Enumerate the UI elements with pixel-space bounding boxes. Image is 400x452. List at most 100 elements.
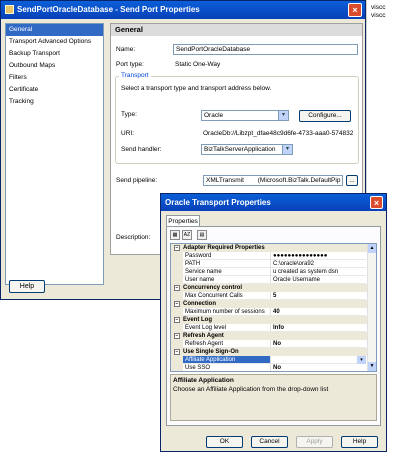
send-pipeline-select[interactable]: XMLTransmit (Microsoft.BizTalk.DefaultPi… <box>203 175 343 186</box>
send-handler-value: BizTalkServerApplication <box>204 146 276 153</box>
description-panel: Affiliate Application Choose an Affiliat… <box>170 374 377 421</box>
apply-button[interactable]: Apply <box>296 436 333 448</box>
property-row[interactable]: PATH C:\oracle\ora92 <box>171 260 376 268</box>
scrollbar[interactable]: ▲ ▼ <box>367 244 376 371</box>
property-name: Max Concurrent Calls <box>183 292 271 300</box>
background-text: viscc <box>371 4 386 11</box>
category-label: Adapter Required Properties <box>183 245 265 251</box>
type-label: Type: <box>121 111 137 118</box>
property-category[interactable]: − Connection <box>171 300 376 308</box>
collapse-icon[interactable]: − <box>174 285 180 291</box>
property-value[interactable] <box>271 356 366 364</box>
category-label: Connection <box>183 301 216 307</box>
property-category[interactable]: − Use Single Sign-On <box>171 348 376 356</box>
property-name: Use SSO <box>183 364 271 371</box>
sidebar-item-filters[interactable]: Filters <box>6 72 103 84</box>
port-type-label: Port type: <box>116 61 144 68</box>
scroll-up-icon[interactable]: ▲ <box>368 244 376 253</box>
sidebar-item-outbound-maps[interactable]: Outbound Maps <box>6 60 103 72</box>
sidebar-item-transport-advanced-options[interactable]: Transport Advanced Options <box>6 36 103 48</box>
collapse-icon[interactable]: − <box>174 317 180 323</box>
send-handler-label: Send handler: <box>121 146 162 153</box>
property-row[interactable]: Refresh Agent No <box>171 340 376 348</box>
property-value[interactable]: Oracle Username <box>271 276 366 284</box>
transport-type-value: Oracle <box>204 112 224 119</box>
send-pipeline-label: Send pipeline: <box>116 177 158 184</box>
property-row[interactable]: Service name u created as system dsn <box>171 268 376 276</box>
sidebar-item-backup-transport[interactable]: Backup Transport <box>6 48 103 60</box>
property-row[interactable]: Event Log level Info <box>171 324 376 332</box>
categorized-icon[interactable]: ▦ <box>170 230 180 240</box>
window-title: SendPortOracleDatabase - Send Port Prope… <box>17 5 200 14</box>
property-grid: − Adapter Required Properties Password ●●●●… <box>170 243 377 372</box>
uri-value: OracleDb://Libzpt_dfae48c9d6fe-4733-aaa0… <box>203 130 353 137</box>
sidebar-item-general[interactable]: General <box>6 24 103 36</box>
name-label: Name: <box>116 46 136 53</box>
description-title: Affiliate Application <box>173 377 234 384</box>
pane-header: General <box>111 24 362 36</box>
property-value[interactable]: C:\oracle\ora92 <box>271 260 366 268</box>
collapse-icon[interactable]: − <box>174 349 180 355</box>
property-name: User name <box>183 276 271 284</box>
send-handler-select[interactable]: BizTalkServerApplication ▾ <box>201 144 293 155</box>
send-pipeline-value: XMLTransmit <box>206 177 244 184</box>
property-name: Affiliate Application <box>183 356 271 364</box>
configure-button[interactable]: Configure... <box>299 110 351 122</box>
description-label: Description: <box>116 234 151 241</box>
property-name: Refresh Agent <box>183 340 271 348</box>
property-row[interactable]: Maximum number of sessions 40 <box>171 308 376 316</box>
property-row[interactable]: User name Oracle Username <box>171 276 376 284</box>
property-value[interactable]: No <box>271 340 366 348</box>
close-button[interactable]: × <box>348 3 362 17</box>
property-category[interactable]: − Concurrency control <box>171 284 376 292</box>
property-value[interactable]: Info <box>271 324 366 332</box>
cancel-button[interactable]: Cancel <box>251 436 288 448</box>
ok-button[interactable]: OK <box>206 436 243 448</box>
property-value[interactable]: 5 <box>271 292 366 300</box>
property-category[interactable]: − Refresh Agent <box>171 332 376 340</box>
sidebar-item-certificate[interactable]: Certificate <box>6 84 103 96</box>
property-row[interactable]: Affiliate Application ▾ <box>171 356 376 364</box>
transport-type-select[interactable]: Oracle ▾ <box>201 110 289 121</box>
property-name: Password <box>183 252 271 260</box>
property-name: Service name <box>183 268 271 276</box>
property-value[interactable]: u created as system dsn <box>271 268 366 276</box>
property-name: Maximum number of sessions <box>183 308 271 316</box>
property-category[interactable]: − Event Log <box>171 316 376 324</box>
oracle-transport-properties-dialog: Oracle Transport Properties × Properties… <box>160 193 387 452</box>
dialog-title-bar[interactable]: Oracle Transport Properties × <box>161 194 386 211</box>
property-value[interactable]: No <box>271 364 366 371</box>
send-pipeline-detail: (Microsoft.BizTalk.DefaultPip <box>257 177 341 184</box>
property-row[interactable]: Password ●●●●●●●●●●●●●●● <box>171 252 376 260</box>
help-button[interactable]: Help <box>9 280 45 293</box>
category-label: Use Single Sign-On <box>183 349 239 355</box>
background-text: viscc <box>371 12 386 19</box>
scroll-down-icon[interactable]: ▼ <box>368 362 376 371</box>
name-field[interactable]: SendPortOracleDatabase <box>173 44 358 55</box>
alphabetical-icon[interactable]: AZ <box>182 230 192 240</box>
app-icon <box>5 5 14 14</box>
property-value[interactable]: ●●●●●●●●●●●●●●● <box>271 252 366 260</box>
title-bar[interactable]: SendPortOracleDatabase - Send Port Prope… <box>1 1 365 19</box>
property-value[interactable]: 40 <box>271 308 366 316</box>
port-type-value: Static One-Way <box>175 61 221 68</box>
close-button[interactable]: × <box>370 196 383 209</box>
collapse-icon[interactable]: − <box>174 333 180 339</box>
property-row[interactable]: Max Concurrent Calls 5 <box>171 292 376 300</box>
description-text: Choose an Affiliate Application from the… <box>173 386 329 393</box>
chevron-down-icon[interactable]: ▾ <box>282 145 292 154</box>
chevron-down-icon[interactable]: ▾ <box>278 111 288 120</box>
send-pipeline-ellipsis-button[interactable]: ... <box>346 175 358 186</box>
collapse-icon[interactable]: − <box>174 245 180 251</box>
help-button[interactable]: Help <box>341 436 378 448</box>
property-name: Event Log level <box>183 324 271 332</box>
property-row[interactable]: Use SSO No <box>171 364 376 371</box>
sidebar-item-tracking[interactable]: Tracking <box>6 96 103 108</box>
properties-tab-panel: ▦ AZ ▤ − Adapter Required Properties Passw… <box>166 226 381 426</box>
transport-hint: Select a transport type and transport ad… <box>121 85 272 92</box>
sidebar: General Transport Advanced Options Backu… <box>5 23 104 285</box>
property-category[interactable]: − Adapter Required Properties <box>171 244 376 252</box>
chevron-down-icon[interactable]: ▾ <box>357 356 366 364</box>
property-pages-icon[interactable]: ▤ <box>197 230 207 240</box>
collapse-icon[interactable]: − <box>174 301 180 307</box>
